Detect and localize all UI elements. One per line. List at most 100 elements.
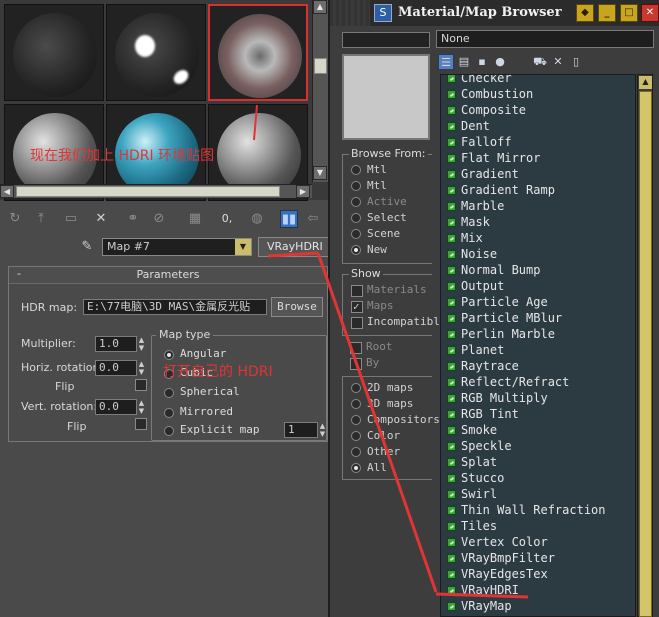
map-list-item[interactable]: VRayHDRI bbox=[447, 583, 635, 599]
map-list-item[interactable]: Mask bbox=[447, 215, 635, 231]
material-slot-2[interactable] bbox=[106, 4, 206, 101]
material-id-icon[interactable]: ▦ bbox=[186, 210, 204, 228]
map-list-item[interactable]: Reflect/Refract bbox=[447, 375, 635, 391]
parameters-rollout-header[interactable]: - Parameters bbox=[9, 267, 327, 284]
hdr-map-label: HDR map: bbox=[21, 301, 78, 314]
chevron-down-icon[interactable]: ▼ bbox=[235, 239, 251, 255]
map-list-item[interactable]: Tiles bbox=[447, 519, 635, 535]
expand-icon[interactable]: ◆ bbox=[576, 4, 594, 22]
scroll-thumb[interactable] bbox=[314, 58, 327, 74]
map-name-dropdown[interactable]: Map #7 ▼ bbox=[102, 238, 252, 256]
map-list-item[interactable]: Composite bbox=[447, 103, 635, 119]
explicit-map-channel-input[interactable]: 1 bbox=[284, 422, 318, 438]
flip-horizontal-checkbox[interactable] bbox=[135, 379, 147, 391]
map-type-spherical-radio[interactable] bbox=[164, 388, 174, 398]
scroll-thumb[interactable] bbox=[639, 91, 652, 617]
show-map-icon[interactable]: ◍ bbox=[248, 210, 266, 228]
show-end-result-icon[interactable]: ▮▮ bbox=[280, 210, 298, 228]
material-slot-3-selected[interactable] bbox=[208, 4, 308, 101]
view-large-icons-icon[interactable]: ● bbox=[492, 54, 508, 70]
scroll-up-icon[interactable]: ▲ bbox=[313, 0, 327, 14]
explicit-spinner-icon[interactable]: ▲ ▼ bbox=[318, 422, 327, 438]
go-to-parent-icon[interactable]: ⇦ bbox=[304, 210, 322, 228]
scroll-right-icon[interactable]: ▶ bbox=[296, 185, 310, 198]
map-list-item[interactable]: Gradient bbox=[447, 167, 635, 183]
scroll-down-icon[interactable]: ▼ bbox=[313, 166, 327, 180]
vert-rotation-input[interactable]: 0.0 bbox=[95, 399, 137, 415]
assign-material-icon[interactable]: ▭ bbox=[62, 210, 80, 228]
map-list-item[interactable]: Dent bbox=[447, 119, 635, 135]
hdr-map-path-field[interactable]: E:\77电脑\3D MAS\金属反光贴 bbox=[83, 299, 267, 315]
map-list-item-label: Flat Mirror bbox=[461, 151, 541, 165]
update-scene-materials-icon[interactable]: ⛟ bbox=[532, 54, 548, 70]
map-list-item[interactable]: Vertex Color bbox=[447, 535, 635, 551]
view-list-icons-icon[interactable]: ▤ bbox=[456, 54, 472, 70]
map-list-item[interactable]: Swirl bbox=[447, 487, 635, 503]
map-type-list[interactable]: Checker Combustion Composite Dent Falloff Fla… bbox=[440, 74, 636, 617]
vert-rotation-spinner-icon[interactable]: ▲ ▼ bbox=[137, 399, 146, 415]
map-list-item[interactable]: Marble bbox=[447, 199, 635, 215]
map-list-item[interactable]: Noise bbox=[447, 247, 635, 263]
map-list-item[interactable]: VRayBmpFilter bbox=[447, 551, 635, 567]
map-list-item[interactable]: Splat bbox=[447, 455, 635, 471]
map-list-item[interactable]: Checker bbox=[447, 75, 635, 87]
map-type-angular-radio[interactable] bbox=[164, 350, 174, 360]
map-list-item[interactable]: Speckle bbox=[447, 439, 635, 455]
map-list-item[interactable]: Normal Bump bbox=[447, 263, 635, 279]
put-to-scene-icon[interactable]: ⤒ bbox=[32, 210, 50, 228]
map-list-item[interactable]: Planet bbox=[447, 343, 635, 359]
delete-from-library-icon[interactable]: ✕ bbox=[550, 54, 566, 70]
map-list-item[interactable]: RGB Multiply bbox=[447, 391, 635, 407]
make-unique-icon[interactable]: ⚭ bbox=[124, 210, 142, 228]
map-list-item-label: VRayMap bbox=[461, 599, 512, 613]
map-list-scrollbar[interactable]: ▲ bbox=[637, 74, 653, 617]
map-list-item[interactable]: Particle MBlur bbox=[447, 311, 635, 327]
material-slot-1[interactable] bbox=[4, 4, 104, 101]
map-type-icon bbox=[447, 106, 456, 115]
put-to-library-icon[interactable]: ⊘ bbox=[150, 210, 168, 228]
pick-material-icon[interactable]: ✎ bbox=[78, 238, 96, 256]
map-list-item[interactable]: Particle Age bbox=[447, 295, 635, 311]
map-list-item[interactable]: Smoke bbox=[447, 423, 635, 439]
map-list-item[interactable]: Mix bbox=[447, 231, 635, 247]
browse-button[interactable]: Browse bbox=[271, 297, 323, 317]
browser-search-input[interactable]: None bbox=[436, 30, 654, 48]
material-id-channel[interactable]: 0, bbox=[218, 210, 236, 228]
map-list-item[interactable]: Thin Wall Refraction bbox=[447, 503, 635, 519]
map-list-item[interactable]: Gradient Ramp bbox=[447, 183, 635, 199]
maximize-icon[interactable]: □ bbox=[620, 4, 638, 22]
horiz-rotation-input[interactable]: 0.0 bbox=[95, 360, 137, 376]
slots-horizontal-scrollbar[interactable]: ◀ ▶ bbox=[0, 184, 312, 198]
map-list-item[interactable]: Perlin Marble bbox=[447, 327, 635, 343]
delete-icon[interactable]: ✕ bbox=[92, 210, 110, 228]
map-type-explicit-radio[interactable] bbox=[164, 426, 174, 436]
multiplier-spinner-icon[interactable]: ▲ ▼ bbox=[137, 336, 146, 352]
map-list-item[interactable]: Falloff bbox=[447, 135, 635, 151]
map-list-item[interactable]: Output bbox=[447, 279, 635, 295]
slots-vertical-scrollbar[interactable]: ▲ ▼ bbox=[312, 0, 328, 182]
close-icon[interactable]: ✕ bbox=[641, 4, 659, 22]
clear-library-icon[interactable]: ▯ bbox=[568, 54, 584, 70]
scroll-left-icon[interactable]: ◀ bbox=[0, 185, 14, 198]
map-list-item[interactable]: Flat Mirror bbox=[447, 151, 635, 167]
scroll-thumb[interactable] bbox=[16, 186, 280, 197]
map-list-item[interactable]: VRayEdgesTex bbox=[447, 567, 635, 583]
material-name-field[interactable] bbox=[342, 32, 430, 48]
browser-titlebar[interactable]: S Material/Map Browser ◆ _ □ ✕ bbox=[330, 0, 659, 26]
multiplier-input[interactable]: 1.0 bbox=[95, 336, 137, 352]
view-small-icons-icon[interactable]: ▪ bbox=[474, 54, 490, 70]
map-list-item[interactable]: RGB Tint bbox=[447, 407, 635, 423]
horiz-rotation-spinner-icon[interactable]: ▲ ▼ bbox=[137, 360, 146, 376]
map-type-button[interactable]: VRayHDRI bbox=[258, 237, 330, 257]
flip-vertical-checkbox[interactable] bbox=[135, 418, 147, 430]
map-list-item[interactable]: Raytrace bbox=[447, 359, 635, 375]
map-list-item[interactable]: VRayMap bbox=[447, 599, 635, 615]
material-toolbar: ↻ ⤒ ▭ ✕ ⚭ ⊘ ▦ 0, ◍ ▮▮ ⇦ bbox=[0, 206, 330, 234]
map-list-item[interactable]: Stucco bbox=[447, 471, 635, 487]
minimize-icon[interactable]: _ bbox=[598, 4, 616, 22]
scroll-up-icon[interactable]: ▲ bbox=[639, 76, 652, 89]
map-list-item[interactable]: Combustion bbox=[447, 87, 635, 103]
view-list-icon[interactable]: ☰ bbox=[438, 54, 454, 70]
get-material-icon[interactable]: ↻ bbox=[6, 210, 24, 228]
map-type-mirrored-radio[interactable] bbox=[164, 408, 174, 418]
